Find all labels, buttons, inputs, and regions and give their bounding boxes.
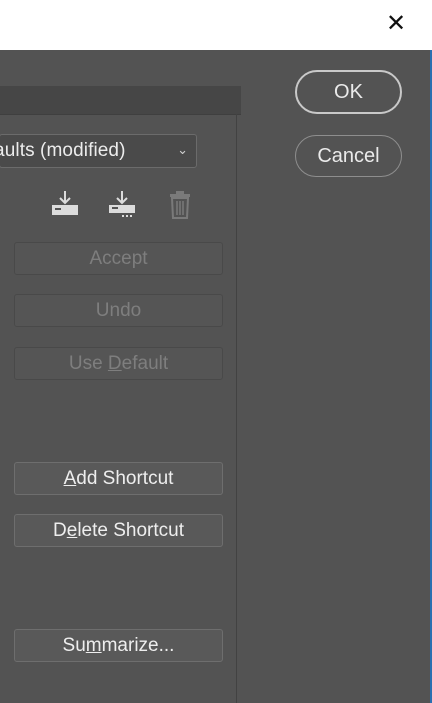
shortcut-set-value: efaults (modified): [0, 140, 126, 161]
shortcut-set-dropdown[interactable]: efaults (modified) ⌄: [0, 134, 197, 168]
close-icon[interactable]: ✕: [382, 9, 410, 37]
save-set-as-icon[interactable]: [107, 188, 137, 218]
chevron-down-icon: ⌄: [177, 143, 188, 158]
delete-shortcut-label-post: lete Shortcut: [77, 519, 184, 541]
column-divider: [236, 114, 237, 703]
shortcuts-table-header: [0, 86, 241, 115]
use-default-button[interactable]: Use Default: [14, 347, 223, 380]
delete-set-icon: [170, 191, 190, 219]
add-shortcut-label-key: A: [63, 467, 77, 489]
delete-shortcut-label-key: e: [66, 519, 78, 541]
accept-button[interactable]: Accept: [14, 242, 223, 275]
summarize-label-pre: Su: [62, 634, 86, 656]
use-default-label-key: D: [107, 352, 122, 374]
delete-shortcut-button[interactable]: De lete Shortcut: [14, 514, 223, 547]
undo-button[interactable]: Undo: [14, 294, 223, 327]
delete-shortcut-label-pre: D: [53, 519, 67, 541]
add-shortcut-label-post: dd Shortcut: [76, 467, 174, 489]
summarize-label-post: marize...: [101, 634, 175, 656]
title-bar: ✕: [0, 0, 432, 50]
use-default-label-pre: Use: [68, 352, 108, 374]
add-shortcut-button[interactable]: Add Shortcut: [14, 462, 223, 495]
ok-button[interactable]: OK: [295, 70, 402, 114]
save-set-icon[interactable]: [50, 188, 80, 218]
use-default-label-post: efault: [121, 352, 169, 374]
summarize-label-key: m: [85, 634, 102, 656]
summarize-button[interactable]: Su m marize...: [14, 629, 223, 662]
cancel-button[interactable]: Cancel: [295, 135, 402, 177]
